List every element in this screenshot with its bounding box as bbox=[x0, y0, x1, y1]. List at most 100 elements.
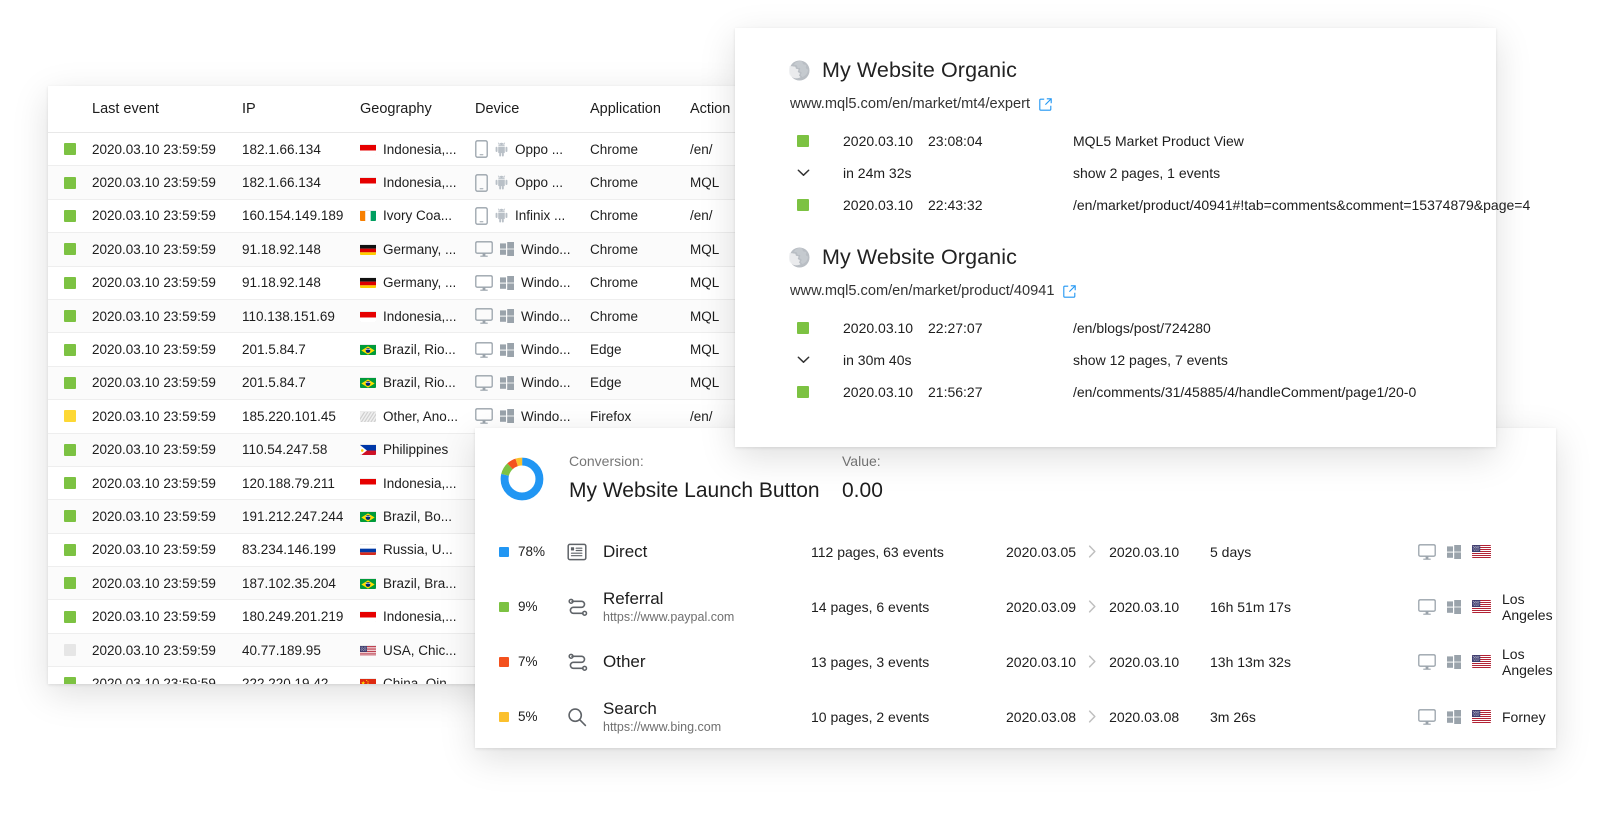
desktop-device-icon bbox=[1418, 708, 1436, 725]
table-row[interactable]: 2020.03.10 23:59:59 160.154.149.189 Ivor… bbox=[48, 199, 748, 234]
geography-label: Indonesia,... bbox=[383, 308, 457, 324]
chevron-down-icon[interactable] bbox=[797, 169, 810, 177]
source-device-cell: Los Angeles bbox=[1418, 591, 1556, 623]
column-header-device[interactable]: Device bbox=[475, 101, 590, 117]
country-flag-icon bbox=[1472, 545, 1491, 558]
cell-geography: Brazil, Bo... bbox=[360, 509, 475, 524]
conversion-panel: Conversion: My Website Launch Button Val… bbox=[475, 428, 1556, 748]
cell-ip[interactable]: 187.102.35.204 bbox=[242, 576, 360, 591]
cell-last-event: 2020.03.10 23:59:59 bbox=[92, 375, 216, 391]
visit-row-label[interactable]: show 12 pages, 7 events bbox=[1073, 352, 1496, 368]
status-badge bbox=[64, 343, 76, 356]
cell-ip[interactable]: 185.220.101.45 bbox=[242, 409, 360, 424]
conversion-meta: Conversion: My Website Launch Button Val… bbox=[545, 454, 883, 501]
windows-icon bbox=[1447, 544, 1461, 559]
date-from: 2020.03.09 bbox=[1006, 598, 1077, 615]
source-date-range: 2020.03.10 2020.03.10 bbox=[1006, 654, 1210, 670]
device-label: Oppo ... bbox=[515, 175, 564, 191]
desktop-device-icon bbox=[475, 274, 493, 291]
visit-row-marker bbox=[789, 135, 843, 147]
column-header-application[interactable]: Application bbox=[590, 101, 690, 117]
external-link-icon[interactable] bbox=[1063, 284, 1077, 298]
geography-label: Philippines bbox=[383, 442, 449, 458]
country-flag-icon bbox=[360, 678, 376, 684]
external-link-icon[interactable] bbox=[1039, 97, 1052, 111]
cell-ip[interactable]: 160.154.149.189 bbox=[242, 208, 360, 223]
legend-swatch bbox=[499, 546, 509, 557]
source-date-range: 2020.03.08 2020.03.08 bbox=[1006, 709, 1210, 725]
visit-row-label[interactable]: show 2 pages, 1 events bbox=[1073, 165, 1496, 181]
table-row[interactable]: 2020.03.10 23:59:59 201.5.84.7 Brazil, R… bbox=[48, 366, 748, 401]
cell-ip[interactable]: 91.18.92.148 bbox=[242, 275, 360, 290]
traffic-source-row[interactable]: 9% Referral https://www.paypal.com 14 pa… bbox=[475, 579, 1556, 634]
source-url[interactable]: https://www.bing.com bbox=[603, 720, 811, 734]
mobile-device-icon bbox=[475, 140, 488, 159]
geography-label: Brazil, Bra... bbox=[383, 575, 457, 591]
geography-label: Indonesia,... bbox=[383, 475, 457, 491]
cell-geography: Ivory Coa... bbox=[360, 208, 475, 223]
cell-last-event: 2020.03.10 23:59:59 bbox=[92, 308, 216, 324]
status-badge bbox=[64, 610, 76, 623]
source-city: Forney bbox=[1502, 708, 1546, 725]
desktop-device-icon bbox=[1418, 653, 1436, 670]
geography-label: Brazil, Rio... bbox=[383, 342, 456, 358]
cell-ip[interactable]: 91.18.92.148 bbox=[242, 242, 360, 257]
cell-ip[interactable]: 182.1.66.134 bbox=[242, 175, 360, 190]
source-percent: 78% bbox=[518, 544, 546, 559]
cell-ip[interactable]: 83.234.146.199 bbox=[242, 542, 360, 557]
cell-ip[interactable]: 120.188.79.211 bbox=[242, 476, 360, 491]
cell-application: Firefox bbox=[590, 408, 632, 424]
column-header-last-event[interactable]: Last event bbox=[92, 101, 242, 117]
table-row[interactable]: 2020.03.10 23:59:59 201.5.84.7 Brazil, R… bbox=[48, 333, 748, 367]
cell-ip[interactable]: 191.212.247.244 bbox=[242, 509, 360, 524]
cell-ip[interactable]: 201.5.84.7 bbox=[242, 342, 360, 357]
value-amount: 0.00 bbox=[842, 479, 883, 502]
cell-last-event: 2020.03.10 23:59:59 bbox=[92, 175, 216, 191]
table-row[interactable]: 2020.03.10 23:59:59 182.1.66.134 Indones… bbox=[48, 166, 748, 200]
visit-url[interactable]: www.mql5.com/en/market/product/40941 bbox=[790, 283, 1054, 299]
row-status bbox=[48, 376, 92, 389]
visit-row-label: MQL5 Market Product View bbox=[1073, 133, 1244, 149]
table-row[interactable]: 2020.03.10 23:59:59 91.18.92.148 Germany… bbox=[48, 266, 748, 300]
geography-label: Germany, ... bbox=[383, 241, 457, 257]
chevron-down-icon[interactable] bbox=[797, 356, 810, 364]
visit-row-date: in 30m 40s bbox=[843, 352, 912, 368]
traffic-source-row[interactable]: 78% Direct 112 pages, 63 events 2020.03.… bbox=[475, 524, 1556, 579]
table-row[interactable]: 2020.03.10 23:59:59 91.18.92.148 Germany… bbox=[48, 233, 748, 267]
row-status bbox=[48, 343, 92, 356]
country-flag-icon bbox=[360, 144, 376, 155]
cell-ip[interactable]: 222.220.19.42 bbox=[242, 676, 360, 684]
visit-expand-row[interactable]: in 24m 32s show 2 pages, 1 events bbox=[789, 157, 1496, 189]
source-url[interactable]: https://www.paypal.com bbox=[603, 610, 811, 624]
cell-application: Chrome bbox=[590, 175, 639, 191]
traffic-source-row[interactable]: 7% Other 13 pages, 3 events 2020.03.10 2… bbox=[475, 634, 1556, 689]
geography-label: Indonesia,... bbox=[383, 175, 457, 191]
cell-ip[interactable]: 180.249.201.219 bbox=[242, 609, 360, 624]
column-header-ip[interactable]: IP bbox=[242, 101, 360, 117]
legend-swatch bbox=[499, 711, 509, 722]
device-label: Oppo ... bbox=[515, 141, 564, 157]
cell-geography: Indonesia,... bbox=[360, 609, 475, 624]
cell-last-event: 2020.03.10 23:59:59 bbox=[92, 442, 216, 458]
visit-detail-panel: My Website Organic www.mql5.com/en/marke… bbox=[735, 28, 1530, 447]
device-label: Windo... bbox=[521, 375, 571, 391]
cell-application: Edge bbox=[590, 375, 622, 391]
visit-url[interactable]: www.mql5.com/en/market/mt4/expert bbox=[790, 96, 1030, 112]
visit-expand-row[interactable]: in 30m 40s show 12 pages, 7 events bbox=[789, 344, 1496, 376]
cell-ip[interactable]: 110.138.151.69 bbox=[242, 309, 360, 324]
table-row[interactable]: 2020.03.10 23:59:59 182.1.66.134 Indones… bbox=[48, 133, 748, 167]
cell-ip[interactable]: 110.54.247.58 bbox=[242, 442, 360, 457]
column-header-geography[interactable]: Geography bbox=[360, 101, 475, 117]
arrow-right-icon bbox=[1088, 710, 1097, 723]
table-row[interactable]: 2020.03.10 23:59:59 110.138.151.69 Indon… bbox=[48, 299, 748, 334]
country-flag-icon bbox=[1472, 600, 1491, 613]
country-flag-icon bbox=[360, 177, 376, 189]
cell-ip[interactable]: 182.1.66.134 bbox=[242, 142, 360, 157]
source-share: 78% bbox=[499, 544, 567, 559]
source-name: Search bbox=[603, 698, 657, 718]
cell-device: Windo... bbox=[475, 341, 590, 358]
cell-ip[interactable]: 40.77.189.95 bbox=[242, 643, 360, 658]
traffic-source-row[interactable]: 5% Search https://www.bing.com 10 pages,… bbox=[475, 689, 1556, 744]
cell-ip[interactable]: 201.5.84.7 bbox=[242, 375, 360, 390]
visit-row-time: 21:56:27 bbox=[928, 384, 983, 400]
